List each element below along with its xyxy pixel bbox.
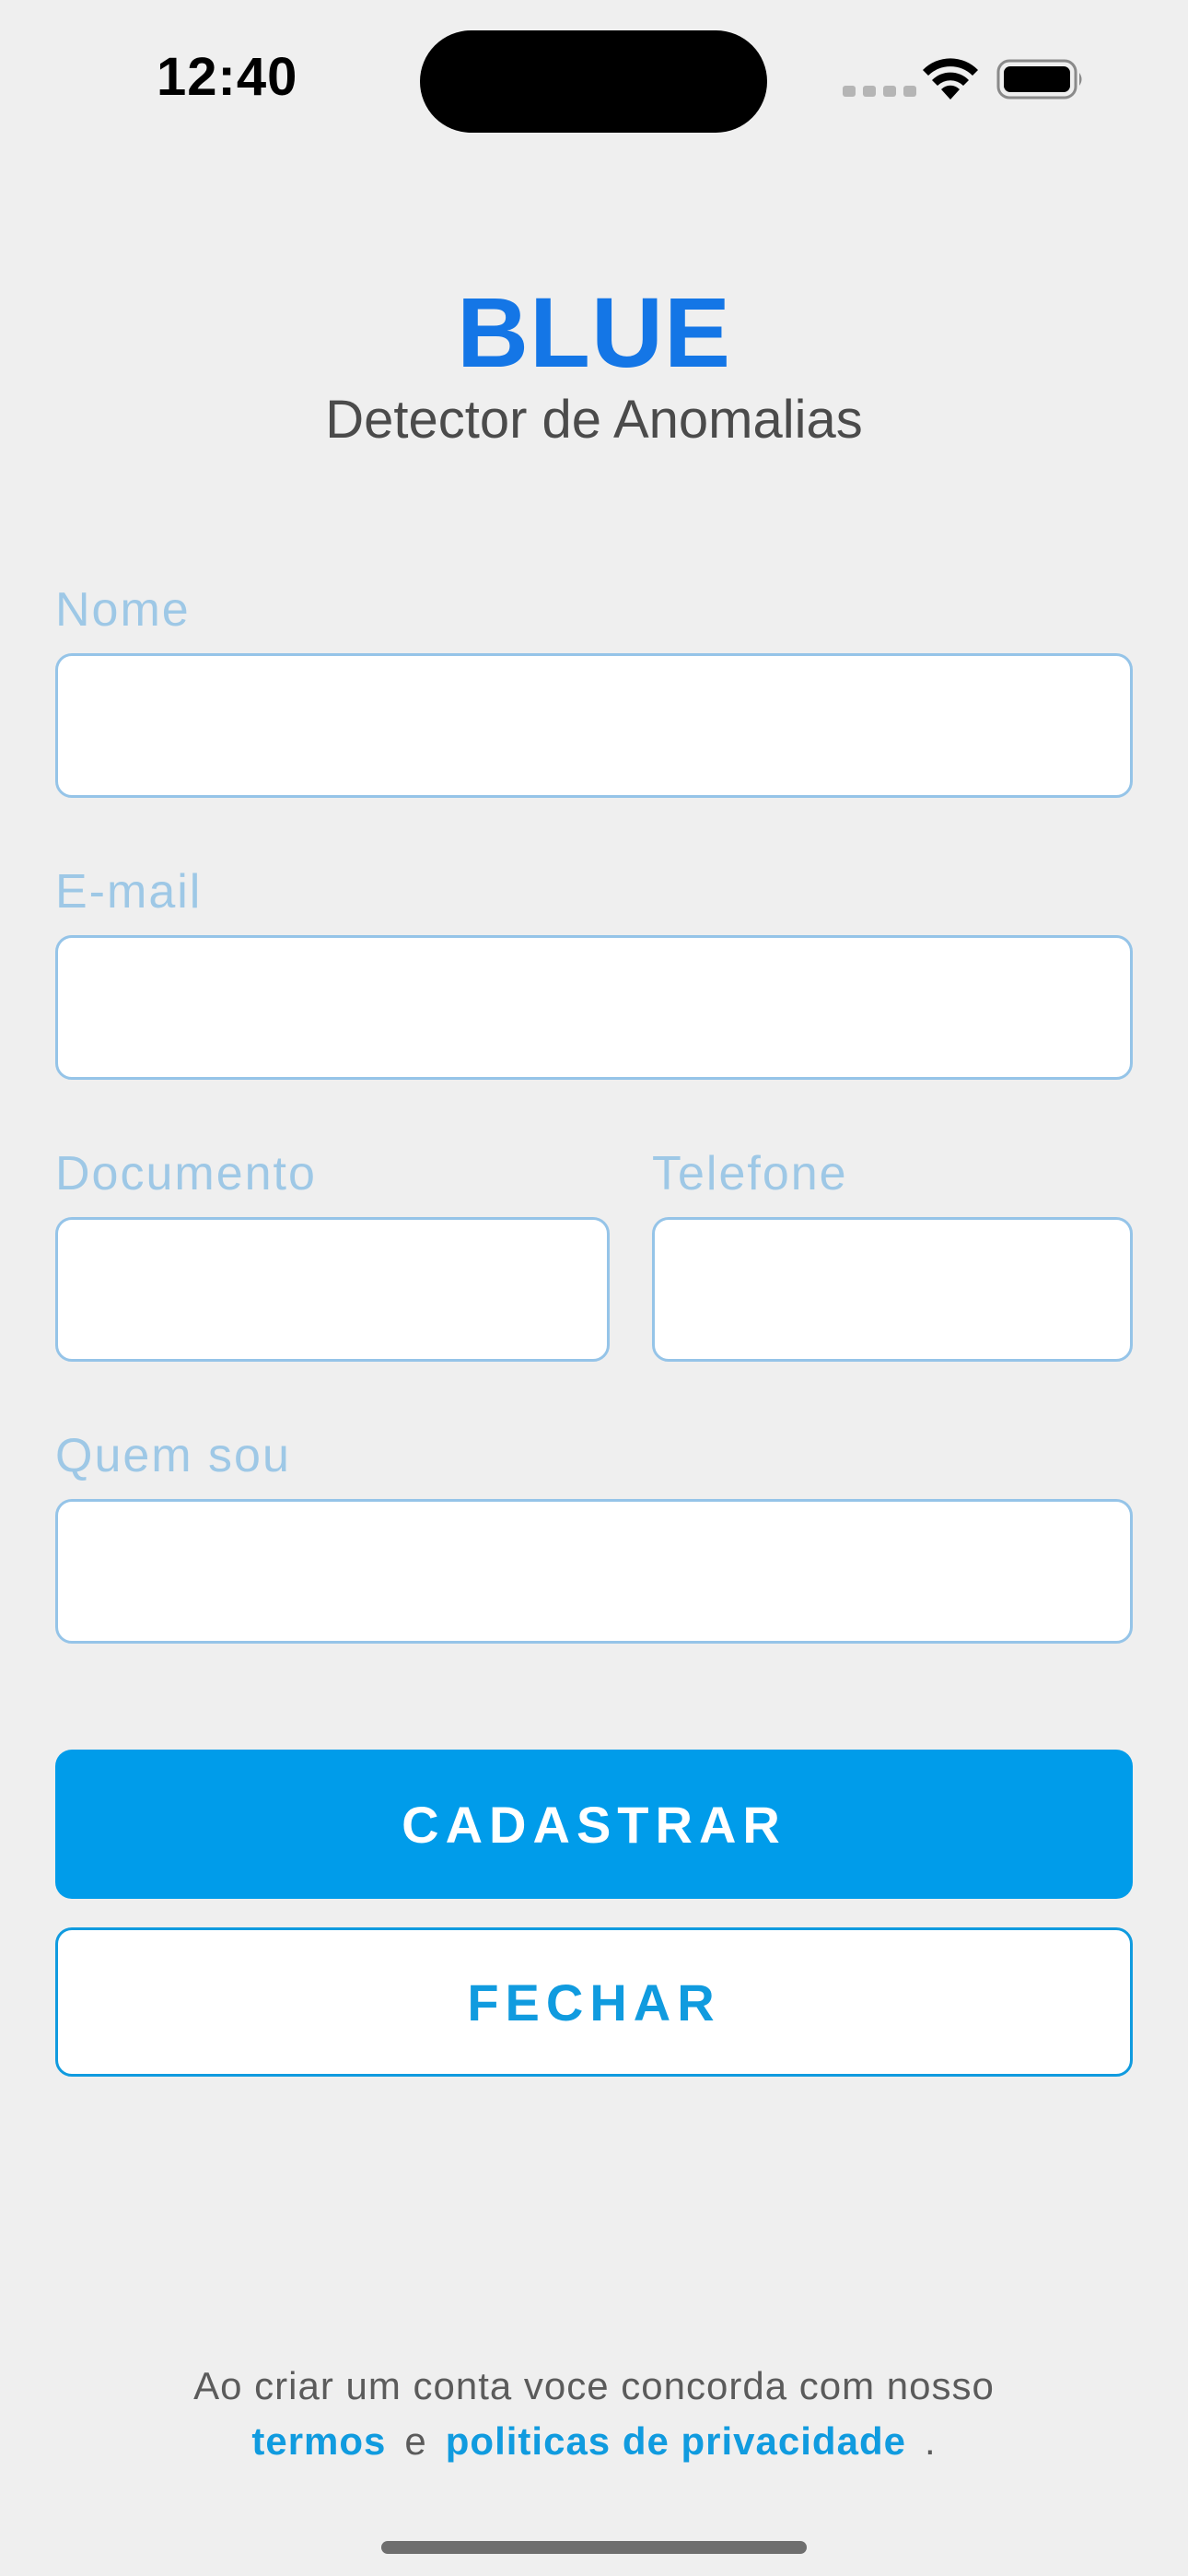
status-time: 12:40	[157, 47, 298, 107]
terms-links-line: termos e politicas de privacidade.	[0, 2419, 1188, 2464]
signal-dots-icon	[843, 86, 916, 97]
nome-label: Nome	[55, 583, 191, 637]
terms-connector: e	[404, 2419, 427, 2463]
quem-sou-label: Quem sou	[55, 1429, 291, 1482]
battery-icon	[996, 59, 1082, 100]
terms-text: Ao criar um conta voce concorda com noss…	[193, 2364, 995, 2407]
privacy-policy-link[interactable]: politicas de privacidade	[446, 2419, 906, 2463]
email-input[interactable]	[55, 935, 1133, 1080]
quem-sou-input[interactable]	[55, 1499, 1133, 1644]
app-subtitle: Detector de Anomalias	[325, 390, 863, 450]
telefone-label: Telefone	[652, 1147, 848, 1200]
dynamic-island	[420, 30, 767, 133]
close-button[interactable]: FECHAR	[55, 1927, 1133, 2077]
documento-label: Documento	[55, 1147, 317, 1200]
email-label: E-mail	[55, 865, 203, 919]
telefone-input[interactable]	[652, 1217, 1133, 1362]
terms-link[interactable]: termos	[251, 2419, 386, 2463]
wifi-icon	[923, 58, 978, 100]
register-button[interactable]: CADASTRAR	[55, 1750, 1133, 1899]
documento-input[interactable]	[55, 1217, 610, 1362]
nome-input[interactable]	[55, 653, 1133, 798]
terms-end: .	[924, 2419, 937, 2463]
home-indicator[interactable]	[381, 2541, 807, 2554]
app-title: BLUE	[457, 276, 731, 388]
